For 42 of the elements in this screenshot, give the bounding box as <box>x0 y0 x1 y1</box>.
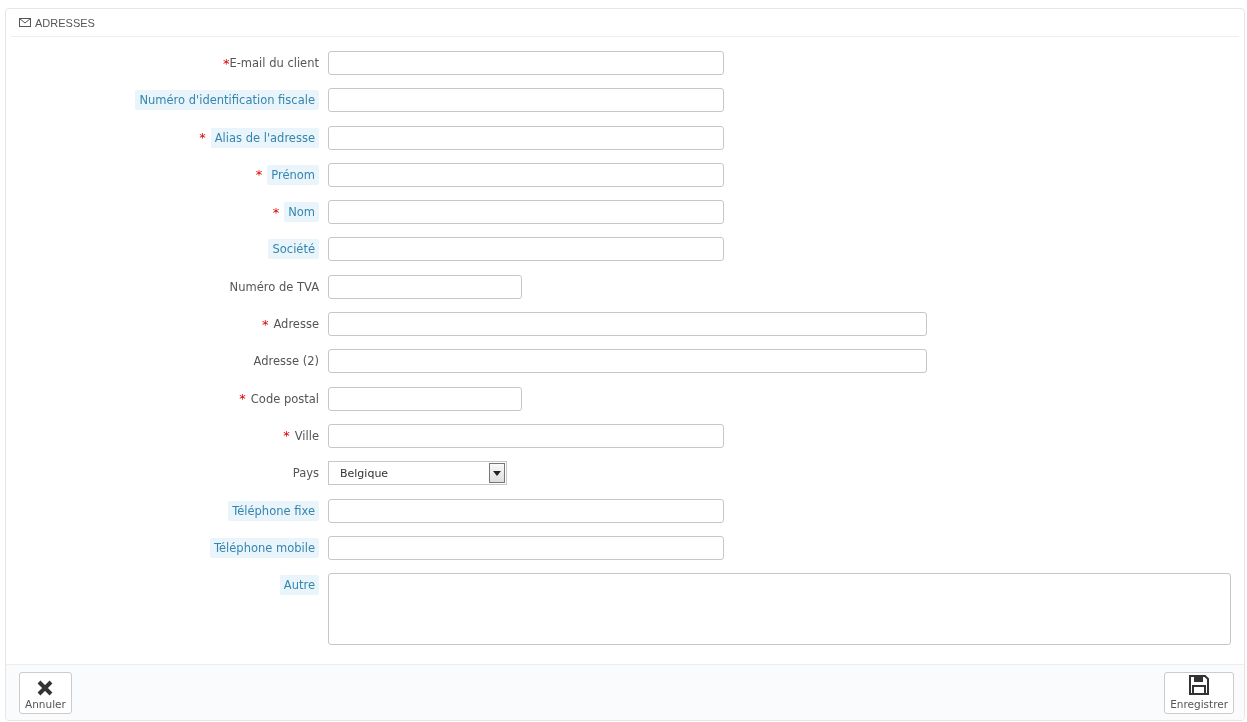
text-field[interactable] <box>328 349 927 374</box>
required-asterisk: * <box>261 316 269 332</box>
field-label: Numéro de TVA <box>229 279 319 294</box>
text-field[interactable] <box>328 535 724 560</box>
hint-label: Autre <box>279 575 319 596</box>
country-dropdown[interactable]: Belgique <box>328 461 507 486</box>
text-field[interactable] <box>328 200 724 225</box>
hint-label: Téléphone mobile <box>209 537 319 558</box>
required-asterisk: * <box>255 167 263 183</box>
text-field[interactable] <box>328 312 927 337</box>
field-label: Adresse (2) <box>253 354 319 369</box>
hint-label: Alias de l'adresse <box>210 127 319 148</box>
field-label: E-mail du client <box>229 56 319 70</box>
hint-label: Prénom <box>267 164 319 185</box>
required-asterisk: * <box>272 204 280 220</box>
envelope-icon <box>19 18 31 27</box>
field-label: Ville <box>294 428 319 443</box>
text-field[interactable] <box>328 423 724 448</box>
hint-label: Téléphone fixe <box>228 500 319 521</box>
required-asterisk: * <box>199 130 206 146</box>
hint-label: Numéro d'identification fiscale <box>135 90 319 111</box>
panel-title: ADRESSES <box>35 16 95 29</box>
textarea-field[interactable] <box>328 573 1231 646</box>
text-field[interactable] <box>328 162 724 187</box>
required-asterisk: * <box>239 391 246 407</box>
text-field[interactable] <box>328 386 522 411</box>
cancel-button[interactable]: Annuler <box>19 672 72 715</box>
text-field[interactable] <box>328 88 724 113</box>
field-label: Adresse <box>273 317 319 332</box>
field-label: Code postal <box>250 391 319 406</box>
text-field[interactable] <box>328 125 724 150</box>
text-field[interactable] <box>328 498 724 523</box>
text-field[interactable] <box>328 237 724 262</box>
field-label: Pays <box>292 466 319 481</box>
text-field[interactable] <box>328 51 724 75</box>
required-asterisk: * <box>283 428 290 444</box>
required-asterisk: * <box>222 55 230 71</box>
close-icon <box>37 680 54 697</box>
hint-label: Société <box>268 239 319 260</box>
text-field[interactable] <box>328 274 522 299</box>
save-button[interactable]: Enregistrer <box>1164 672 1234 715</box>
hint-label: Nom <box>284 202 319 223</box>
